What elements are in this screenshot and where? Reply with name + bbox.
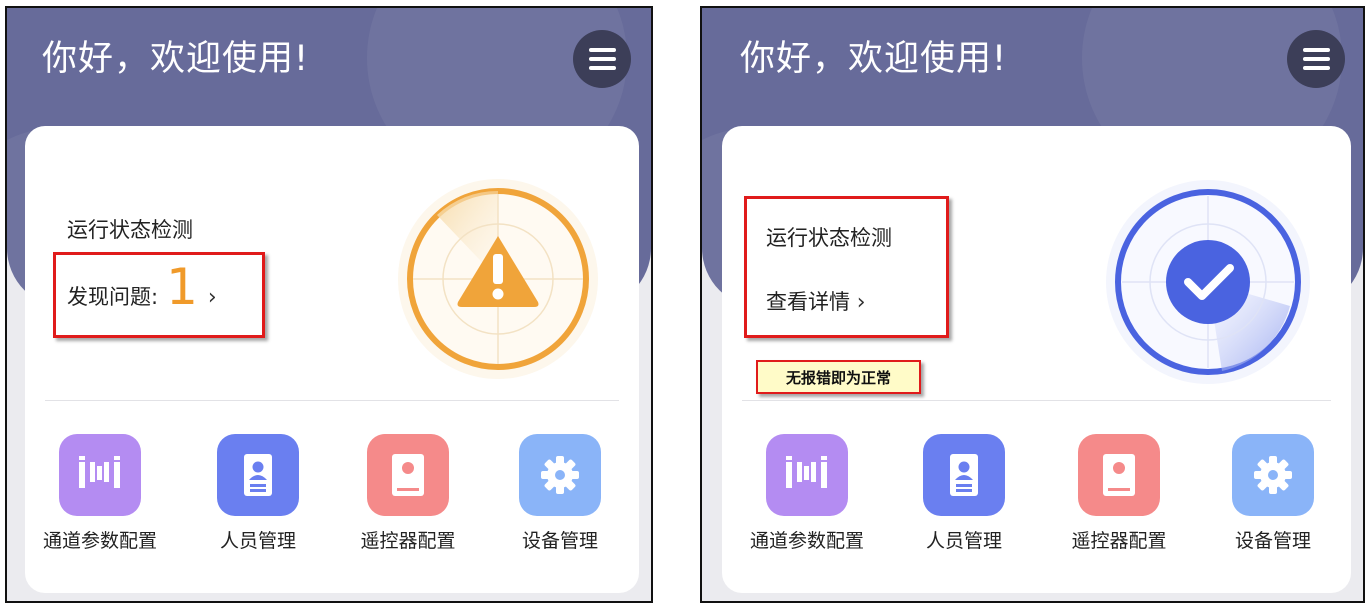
left-screen: 你好，欢迎使用! 运行状态检测 发现问题: 1 › 通道参数配置 人员管理 遥控… — [5, 6, 653, 603]
shortcut-personnel[interactable]: 人员管理 — [193, 434, 323, 553]
shortcut-label: 遥控器配置 — [360, 530, 456, 552]
shortcut-label: 人员管理 — [925, 530, 1002, 552]
channel-config-icon — [786, 456, 827, 488]
menu-icon — [589, 48, 616, 52]
highlight-box — [744, 196, 949, 338]
right-screen: 你好，欢迎使用! 运行状态检测 查看详情 › 无报错即为正常 通道参数配置 人员… — [700, 6, 1365, 603]
greeting-title: 你好，欢迎使用! — [740, 39, 1008, 79]
shortcut-channel-config[interactable]: 通道参数配置 — [35, 434, 165, 553]
status-card: 运行状态检测 发现问题: 1 › 通道参数配置 人员管理 遥控器配置 设备管理 — [25, 126, 639, 593]
checkmark-icon — [1166, 240, 1250, 324]
divider — [742, 400, 1331, 401]
menu-button[interactable] — [573, 30, 631, 88]
shortcut-label: 通道参数配置 — [749, 530, 864, 552]
shortcut-channel-config[interactable]: 通道参数配置 — [742, 434, 872, 553]
warning-status-radar — [398, 179, 598, 379]
ok-status-radar — [1106, 180, 1310, 384]
shortcut-remote-config[interactable]: 遥控器配置 — [1054, 434, 1184, 553]
shortcut-label: 通道参数配置 — [42, 530, 157, 552]
divider — [45, 400, 619, 401]
shortcut-label: 设备管理 — [1234, 530, 1311, 552]
shortcut-device-management[interactable]: 设备管理 — [1208, 434, 1338, 553]
highlight-box — [53, 252, 265, 338]
personnel-icon — [950, 454, 978, 496]
remote-config-icon — [392, 454, 424, 496]
greeting-title: 你好，欢迎使用! — [42, 39, 310, 79]
menu-button[interactable] — [1287, 30, 1345, 88]
shortcut-remote-config[interactable]: 遥控器配置 — [343, 434, 473, 553]
annotation-note: 无报错即为正常 — [756, 360, 921, 394]
shortcut-device-management[interactable]: 设备管理 — [495, 434, 625, 553]
channel-config-icon — [79, 456, 120, 488]
status-card: 运行状态检测 查看详情 › 无报错即为正常 通道参数配置 人员管理 遥控器配置 … — [722, 126, 1351, 593]
remote-config-icon — [1103, 454, 1135, 496]
personnel-icon — [244, 454, 272, 496]
gear-icon — [1254, 456, 1292, 494]
status-title: 运行状态检测 — [67, 218, 193, 242]
shortcut-personnel[interactable]: 人员管理 — [899, 434, 1029, 553]
menu-icon — [1303, 48, 1330, 52]
shortcut-label: 人员管理 — [219, 530, 296, 552]
shortcut-label: 遥控器配置 — [1071, 530, 1167, 552]
shortcut-label: 设备管理 — [521, 530, 598, 552]
gear-icon — [541, 456, 579, 494]
